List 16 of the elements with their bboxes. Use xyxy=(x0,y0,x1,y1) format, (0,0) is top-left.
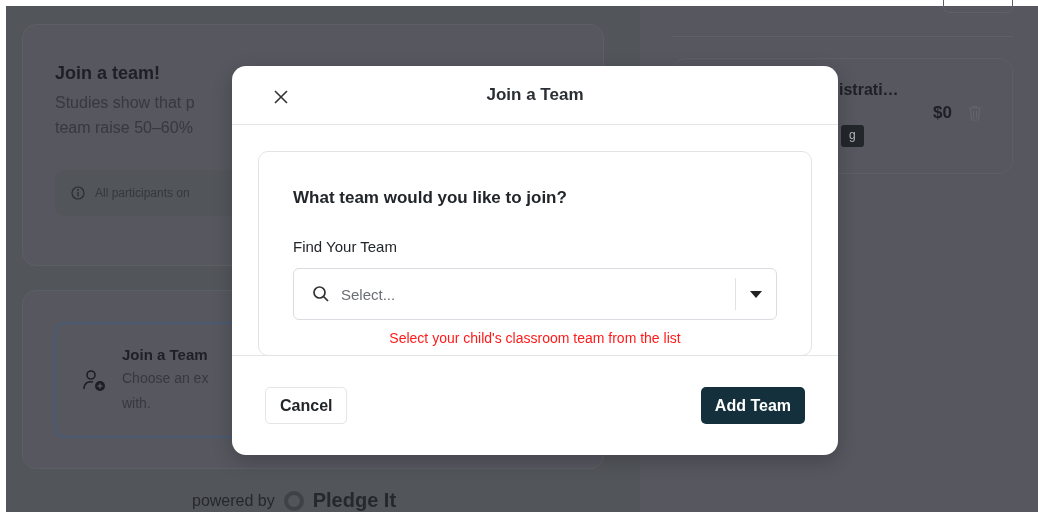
add-team-button[interactable]: Add Team xyxy=(700,387,805,424)
option-title: Join a Team xyxy=(122,345,208,365)
caret-icon[interactable] xyxy=(750,291,762,299)
card-title: Join a team! xyxy=(55,63,162,84)
item-tag: g xyxy=(841,125,864,147)
search-icon xyxy=(312,285,330,303)
cancel-button[interactable]: Cancel xyxy=(265,387,348,424)
hint-text: Select your child's classroom team from the list xyxy=(388,330,682,346)
dialog-title: Join a Team xyxy=(486,85,584,105)
item-price: $0 xyxy=(933,103,952,123)
field-label: Find Your Team xyxy=(293,238,398,255)
add-user-icon xyxy=(82,368,106,392)
info-icon xyxy=(71,186,85,200)
team-select[interactable]: Select... xyxy=(293,268,777,320)
question-heading: What team would you like to join? xyxy=(293,188,568,208)
item-name: istrati… xyxy=(839,81,900,99)
